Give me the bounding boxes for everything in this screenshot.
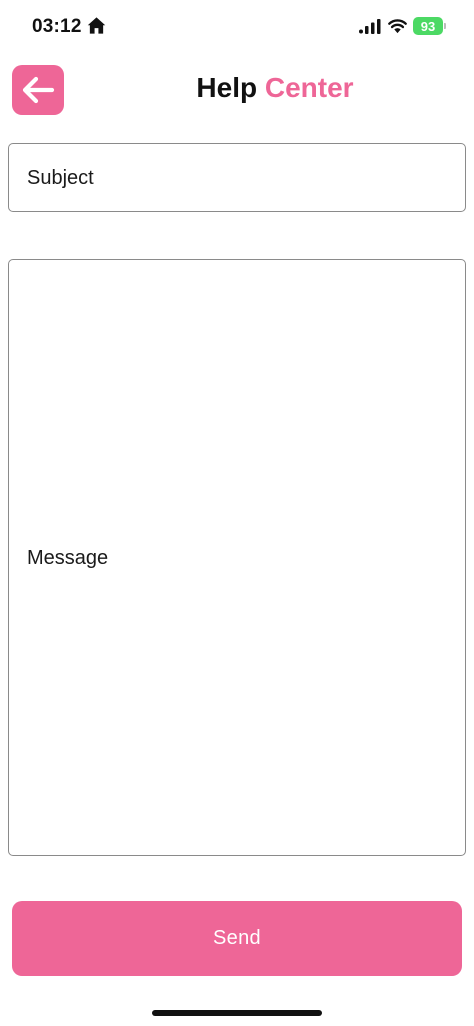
send-button[interactable]: Send bbox=[12, 901, 462, 976]
signal-icon bbox=[359, 19, 381, 34]
home-indicator[interactable] bbox=[152, 1010, 322, 1016]
battery-level: 93 bbox=[420, 18, 436, 34]
help-center-screen: 03:12 93 Help Center Subject Message Sen… bbox=[0, 0, 474, 1026]
battery-icon: 93 bbox=[413, 17, 443, 35]
page-title: Help Center bbox=[0, 72, 474, 104]
send-button-label: Send bbox=[213, 927, 261, 949]
message-textarea[interactable]: Message bbox=[8, 259, 466, 856]
status-bar: 03:12 93 bbox=[0, 0, 474, 54]
subject-placeholder: Subject bbox=[27, 167, 94, 189]
page-title-accent: Center bbox=[264, 72, 354, 103]
subject-input[interactable]: Subject bbox=[8, 143, 466, 212]
message-placeholder: Message bbox=[27, 547, 109, 569]
page-title-main: Help bbox=[196, 72, 258, 103]
home-icon bbox=[87, 17, 106, 34]
status-time: 03:12 bbox=[32, 16, 82, 37]
wifi-icon bbox=[388, 19, 407, 34]
battery-cap bbox=[444, 23, 446, 29]
